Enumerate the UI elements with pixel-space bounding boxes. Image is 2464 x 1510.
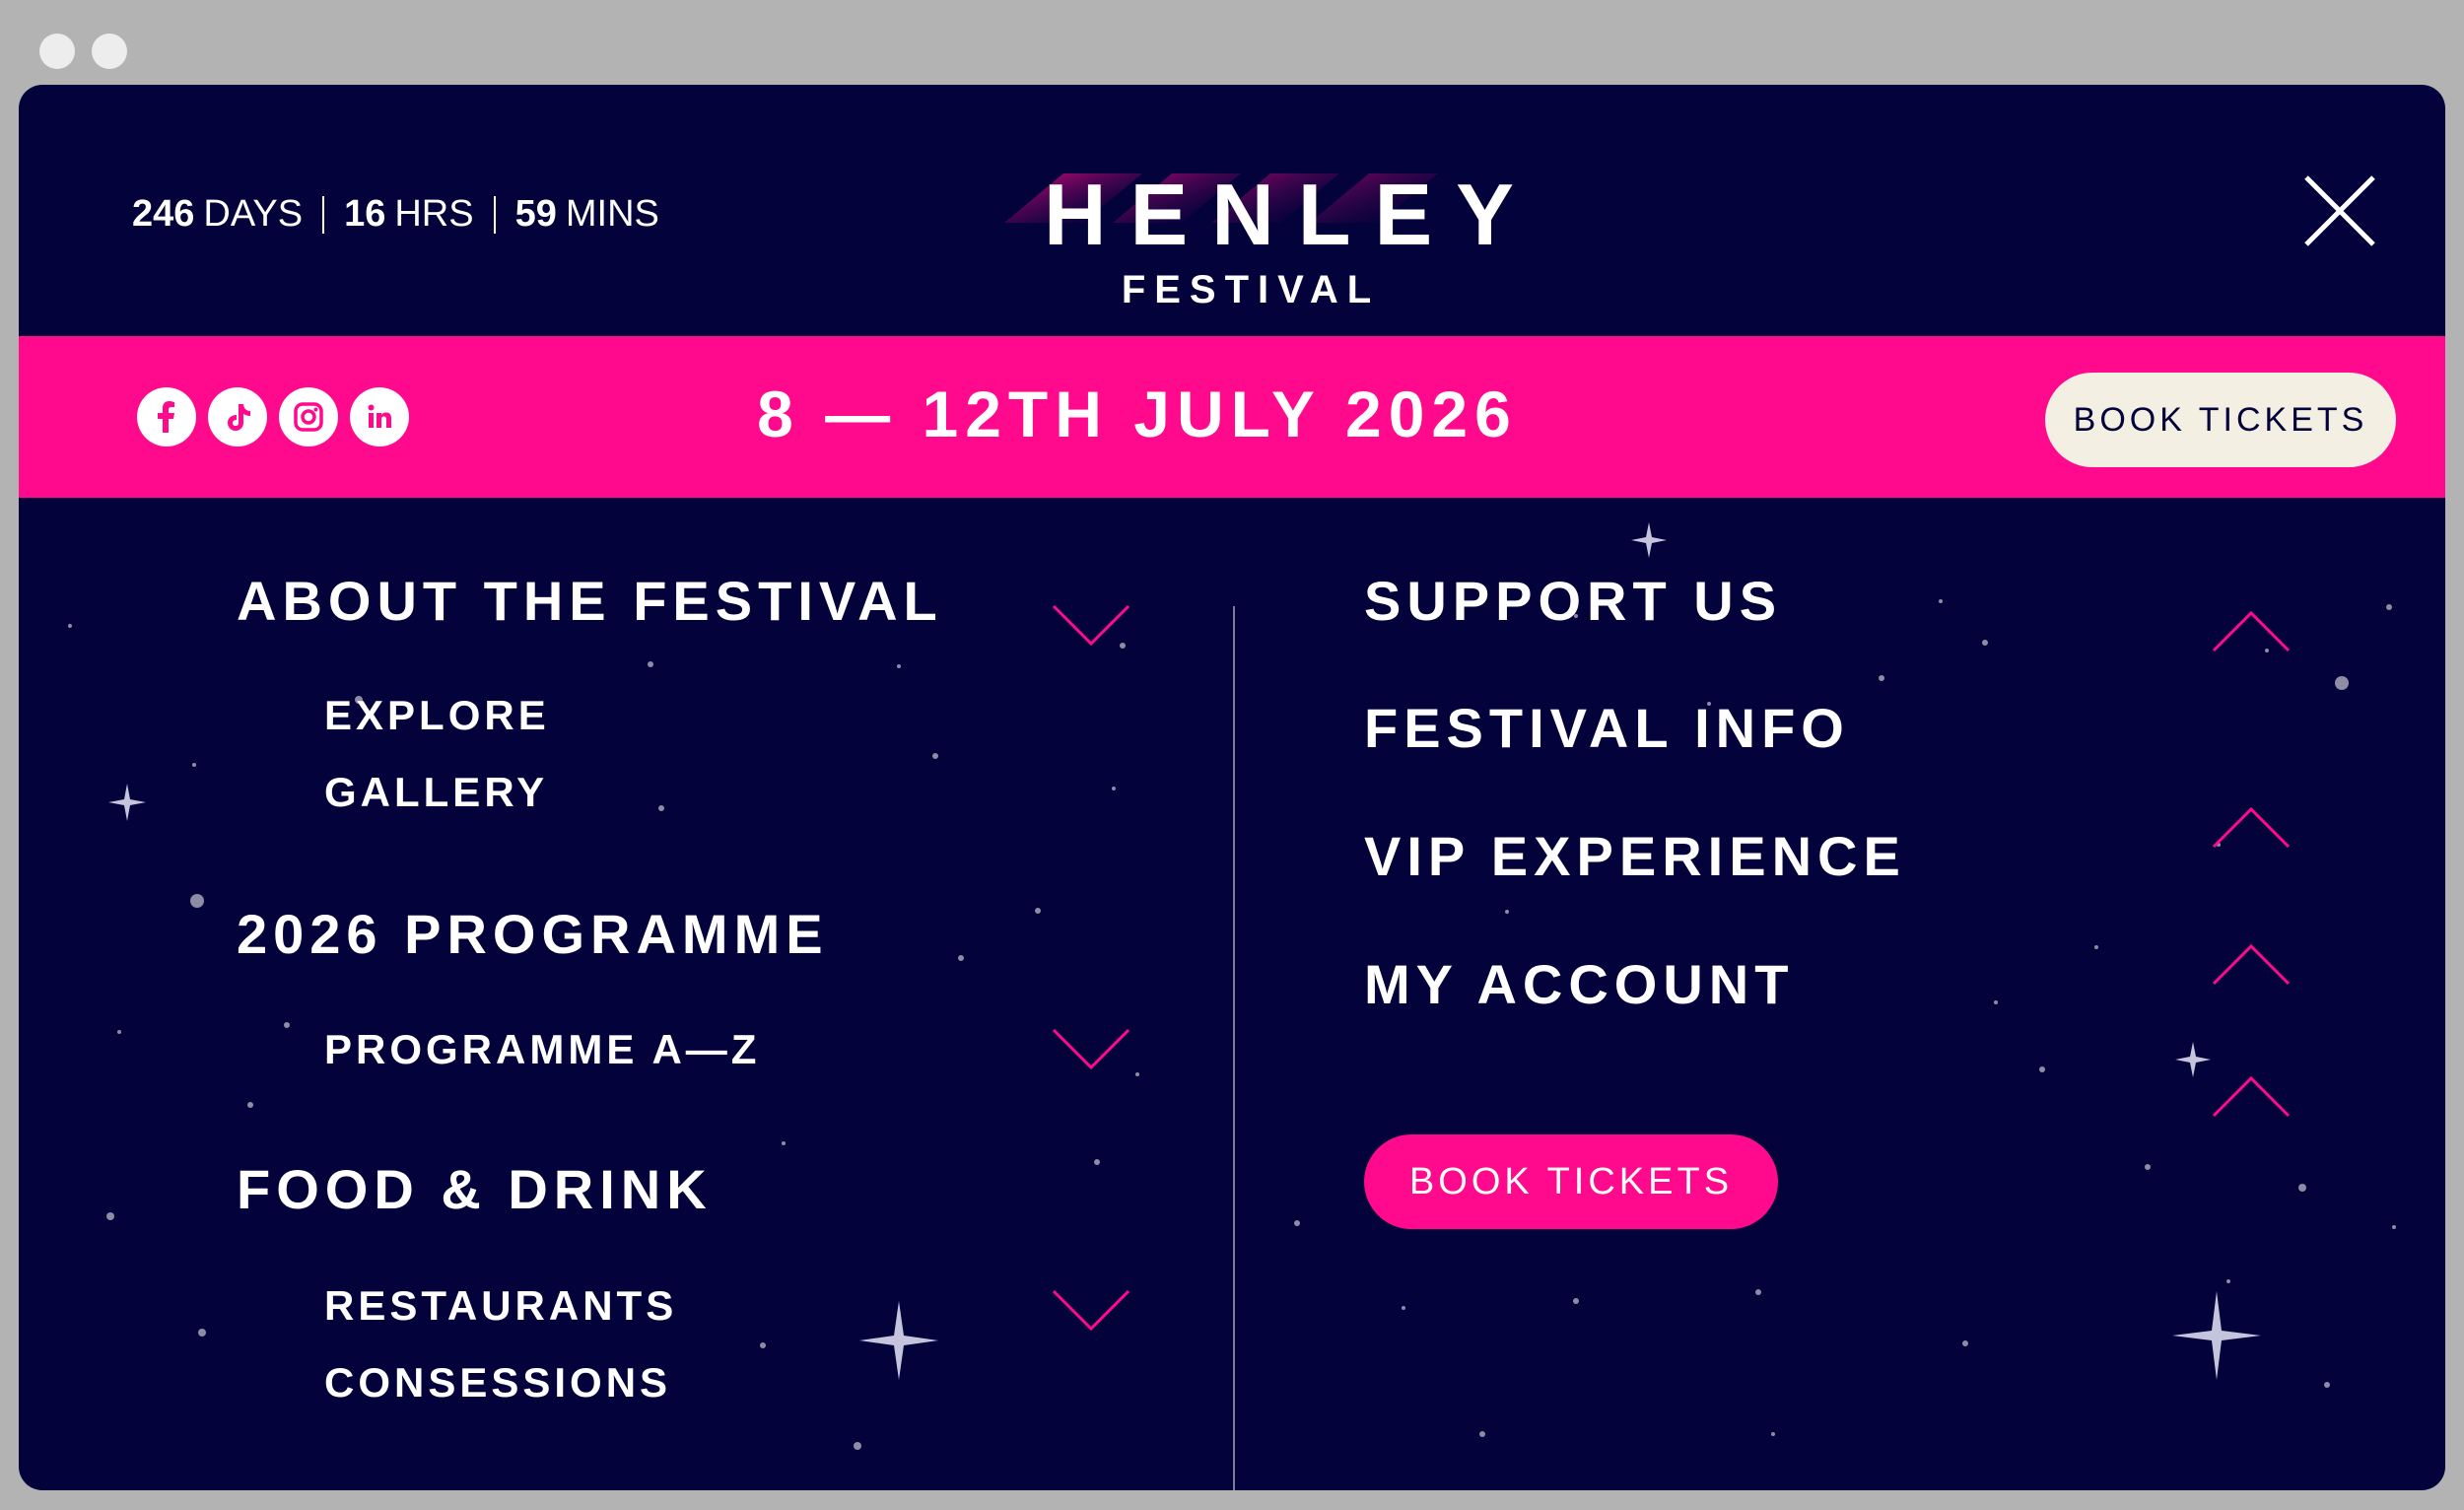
chevron-up-icon[interactable] (2212, 805, 2291, 849)
chevron-up-icon[interactable] (2212, 942, 2291, 986)
nav-vip-experience[interactable]: VIP EXPERIENCE (1364, 829, 1906, 884)
tiktok-icon (228, 404, 250, 431)
nav-sub-gallery[interactable]: GALLERY (324, 772, 548, 813)
nav-sub-programme-a-z[interactable]: PROGRAMME A—Z (324, 1029, 760, 1070)
close-icon[interactable] (2300, 172, 2379, 250)
book-tickets-button-header[interactable]: BOOK TICKETS (2045, 373, 2396, 467)
festival-dates: 8 — 12TH JULY 2026 (757, 378, 1518, 450)
window-dot-2 (92, 34, 127, 69)
nav-festival-info[interactable]: FESTIVAL INFO (1364, 701, 1850, 756)
countdown-mins-unit: MINS (565, 193, 659, 235)
nav-support-us[interactable]: SUPPORT US (1364, 574, 1782, 629)
instagram-icon (294, 402, 323, 432)
countdown-days-unit: DAYS (203, 193, 304, 235)
linkedin-icon (368, 404, 391, 428)
countdown-hrs-unit: HRS (394, 193, 474, 235)
countdown-hrs-value: 16 (344, 193, 386, 235)
logo-title: HENLEY (1044, 166, 1538, 263)
nav-my-account[interactable]: MY ACCOUNT (1364, 957, 1794, 1012)
header: 246 DAYS 16 HRS 59 MINS HENLEY FESTIVAL (19, 85, 2445, 336)
tiktok-link[interactable] (208, 387, 267, 446)
nav-food-and-drink[interactable]: FOOD & DRINK (237, 1162, 713, 1217)
nav-sub-restaurants[interactable]: RESTAURANTS (324, 1285, 677, 1327)
chevron-down-icon[interactable] (1052, 1289, 1130, 1333)
nav-sub-consessions[interactable]: CONSESSIONS (324, 1362, 671, 1404)
countdown-days-value: 246 (132, 193, 195, 235)
date-banner: 8 — 12TH JULY 2026 BOOK TICKETS (19, 336, 2445, 498)
social-links (137, 387, 409, 446)
linkedin-link[interactable] (350, 387, 409, 446)
chevron-down-icon[interactable] (1052, 604, 1130, 648)
countdown: 246 DAYS 16 HRS 59 MINS (132, 193, 659, 236)
facebook-link[interactable] (137, 387, 196, 446)
chevron-down-icon[interactable] (1052, 1028, 1130, 1071)
countdown-mins-value: 59 (514, 193, 557, 235)
app-window: 246 DAYS 16 HRS 59 MINS HENLEY FESTIVAL … (19, 85, 2445, 1490)
nav-about-the-festival[interactable]: ABOUT THE FESTIVAL (237, 574, 943, 629)
starfield-background (68, 522, 2396, 1450)
menu-panel: ABOUT THE FESTIVAL EXPLORE GALLERY 2026 … (19, 498, 2445, 1490)
nav-2026-programme[interactable]: 2026 PROGRAMME (237, 907, 829, 962)
chevron-up-icon[interactable] (2212, 1074, 2291, 1118)
instagram-link[interactable] (279, 387, 338, 446)
facebook-icon (158, 401, 174, 433)
book-tickets-button[interactable]: BOOK TICKETS (1364, 1134, 1778, 1229)
column-divider (1233, 606, 1235, 1490)
nav-sub-explore[interactable]: EXPLORE (324, 695, 550, 736)
logo-subtitle: FESTIVAL (1121, 268, 1381, 311)
chevron-up-icon[interactable] (2212, 609, 2291, 652)
countdown-separator (322, 195, 325, 234)
window-dot-1 (39, 34, 75, 69)
henley-festival-logo[interactable]: HENLEY FESTIVAL (945, 124, 1538, 311)
countdown-separator (493, 195, 496, 234)
